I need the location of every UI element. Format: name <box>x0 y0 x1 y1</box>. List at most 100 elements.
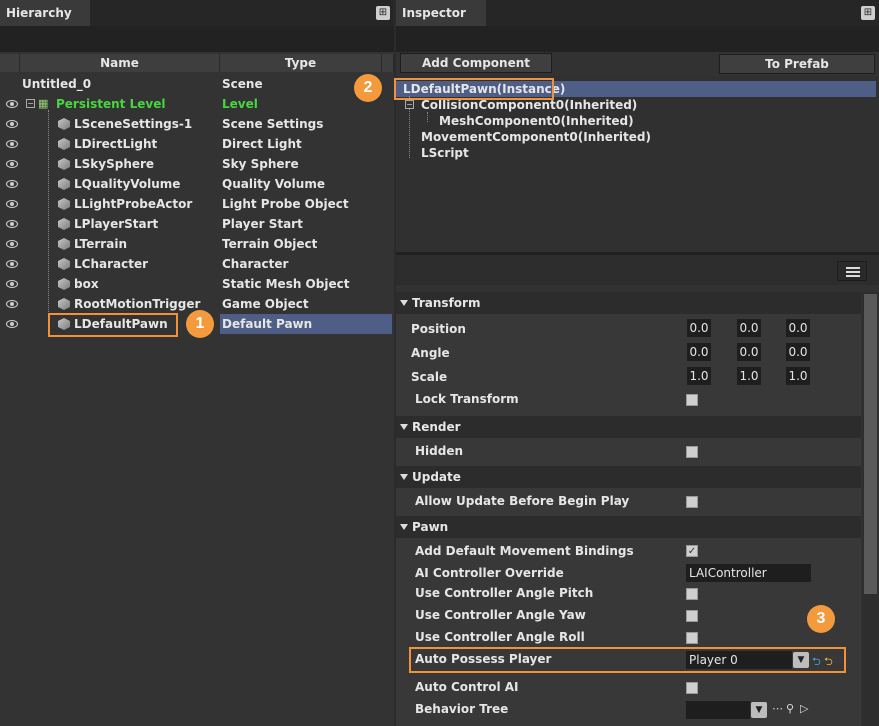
position-z-field[interactable]: 0.0 <box>786 319 810 337</box>
row-type: Terrain Object <box>222 237 318 251</box>
properties-list: Transform Position 0.0 0.0 0.0 Angle 0.0… <box>396 292 861 726</box>
search-icon[interactable]: ⚲ <box>786 702 794 715</box>
eye-icon[interactable] <box>6 200 18 208</box>
tree-row[interactable]: LSkySphere Sky Sphere <box>0 154 394 174</box>
hidden-checkbox[interactable] <box>686 446 698 458</box>
eye-icon[interactable] <box>6 160 18 168</box>
pin-icon[interactable]: ⊞ <box>861 6 875 20</box>
scale-y-field[interactable]: 1.0 <box>737 367 761 385</box>
angle-roll-checkbox[interactable] <box>686 632 698 644</box>
scale-x-field[interactable]: 1.0 <box>687 367 711 385</box>
row-type: Direct Light <box>222 137 302 151</box>
inspector-toolbar <box>396 26 879 52</box>
inspector-panel: Inspector ⊞ Add Component To Prefab LDef… <box>354 0 879 726</box>
component-tree: LDefaultPawn(Instance) − CollisionCompon… <box>396 76 879 252</box>
auto-control-ai-checkbox[interactable] <box>686 682 698 694</box>
angle-yaw-label: Use Controller Angle Yaw <box>415 608 586 622</box>
inspector-tab[interactable]: Inspector <box>396 0 486 26</box>
cube-icon <box>58 198 70 210</box>
tree-row[interactable]: LLightProbeActor Light Probe Object <box>0 194 394 214</box>
eye-icon[interactable] <box>6 220 18 228</box>
browse-icon[interactable]: ⋯ <box>772 702 783 715</box>
collapse-icon[interactable]: − <box>405 100 414 109</box>
behavior-tree-select[interactable] <box>686 701 750 719</box>
properties-toolbar <box>396 255 879 285</box>
row-type: Light Probe Object <box>222 197 349 211</box>
component-item-movement[interactable]: MovementComponent0(Inherited) <box>421 129 651 145</box>
angle-y-field[interactable]: 0.0 <box>737 343 761 361</box>
eye-icon[interactable] <box>6 260 18 268</box>
scrollbar-thumb[interactable] <box>864 294 877 594</box>
section-pawn[interactable]: Pawn <box>396 516 861 538</box>
eye-icon[interactable] <box>6 280 18 288</box>
section-title: Transform <box>412 296 481 310</box>
row-name: LPlayerStart <box>74 217 159 231</box>
play-icon[interactable]: ▷ <box>800 702 808 715</box>
type-column-header[interactable]: Type <box>220 54 382 72</box>
tree-row[interactable]: box Static Mesh Object <box>0 274 394 294</box>
tree-row[interactable]: LTerrain Terrain Object <box>0 234 394 254</box>
row-name: LQualityVolume <box>74 177 181 191</box>
tree-row-level[interactable]: − ▦ Persistent Level Level <box>0 94 394 114</box>
eye-icon[interactable] <box>6 100 18 108</box>
menu-icon[interactable] <box>837 261 867 281</box>
ai-controller-override-field[interactable]: LAIController <box>686 564 811 582</box>
row-type: Level <box>222 97 258 111</box>
position-y-field[interactable]: 0.0 <box>737 319 761 337</box>
pin-icon[interactable]: ⊞ <box>376 6 390 20</box>
add-component-button[interactable]: Add Component <box>400 53 552 73</box>
angle-x-field[interactable]: 0.0 <box>687 343 711 361</box>
allow-update-checkbox[interactable] <box>686 496 698 508</box>
tree-row[interactable]: LCharacter Character <box>0 254 394 274</box>
row-type: Scene <box>222 77 263 91</box>
row-type: Player Start <box>222 217 303 231</box>
angle-pitch-label: Use Controller Angle Pitch <box>415 586 594 600</box>
level-icon: ▦ <box>38 97 49 110</box>
scale-z-field[interactable]: 1.0 <box>786 367 810 385</box>
chevron-down-icon[interactable]: ▼ <box>751 702 767 718</box>
section-render[interactable]: Render <box>396 416 861 438</box>
lock-transform-checkbox[interactable] <box>686 394 698 406</box>
section-transform[interactable]: Transform <box>396 292 861 314</box>
collapse-icon[interactable]: − <box>26 99 35 108</box>
scale-label: Scale <box>411 370 448 384</box>
hierarchy-tab[interactable]: Hierarchy <box>0 0 90 26</box>
cube-icon <box>58 218 70 230</box>
angle-yaw-checkbox[interactable] <box>686 610 698 622</box>
row-type: Default Pawn <box>222 317 313 331</box>
eye-icon[interactable] <box>6 120 18 128</box>
lock-transform-label: Lock Transform <box>415 392 519 406</box>
eye-icon[interactable] <box>6 240 18 248</box>
visibility-column-header[interactable] <box>0 54 20 72</box>
section-update[interactable]: Update <box>396 466 861 488</box>
row-type: Character <box>222 257 289 271</box>
row-name: LTerrain <box>74 237 127 251</box>
to-prefab-button[interactable]: To Prefab <box>719 54 875 74</box>
eye-icon[interactable] <box>6 320 18 328</box>
tree-row[interactable]: LDirectLight Direct Light <box>0 134 394 154</box>
add-default-bindings-checkbox[interactable]: ✓ <box>686 545 698 557</box>
component-item-script[interactable]: LScript <box>421 145 469 161</box>
tree-row-scene[interactable]: Untitled_0 Scene <box>0 74 394 94</box>
eye-icon[interactable] <box>6 180 18 188</box>
tree-row[interactable]: LQualityVolume Quality Volume <box>0 174 394 194</box>
position-x-field[interactable]: 0.0 <box>687 319 711 337</box>
section-title: Update <box>412 470 461 484</box>
eye-icon[interactable] <box>6 300 18 308</box>
row-type: Sky Sphere <box>222 157 299 171</box>
name-column-header[interactable]: Name <box>20 54 220 72</box>
eye-icon[interactable] <box>6 140 18 148</box>
angle-z-field[interactable]: 0.0 <box>786 343 810 361</box>
component-item-mesh[interactable]: MeshComponent0(Inherited) <box>439 113 634 129</box>
row-name: box <box>74 277 99 291</box>
callout-box-2 <box>394 78 554 100</box>
angle-pitch-checkbox[interactable] <box>686 588 698 600</box>
tree-row[interactable]: LSceneSettings-1 Scene Settings <box>0 114 394 134</box>
cube-icon <box>58 238 70 250</box>
callout-badge-3: 3 <box>807 605 835 633</box>
properties-scrollbar[interactable] <box>862 292 879 726</box>
inspector-tabbar: Inspector ⊞ <box>396 0 879 26</box>
tree-row[interactable]: LPlayerStart Player Start <box>0 214 394 234</box>
cube-icon <box>58 298 70 310</box>
callout-badge-1: 1 <box>186 310 214 338</box>
